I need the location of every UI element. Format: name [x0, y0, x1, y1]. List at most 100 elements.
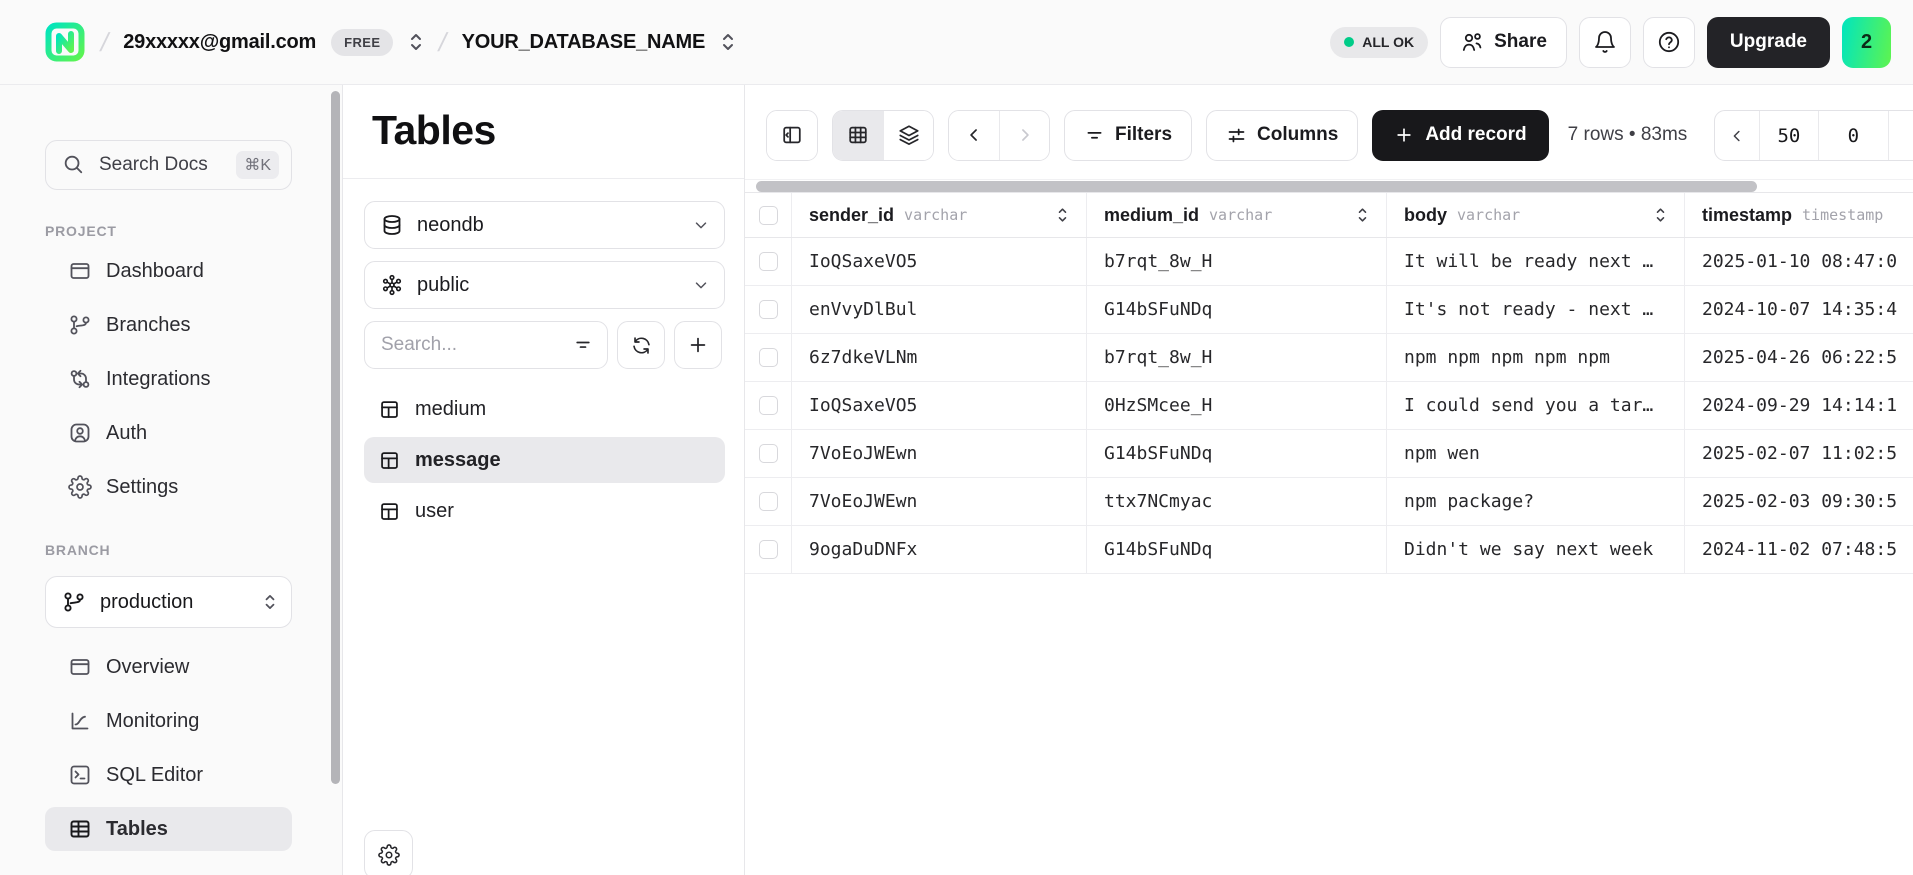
- sidebar-item-overview[interactable]: Overview: [45, 645, 292, 689]
- filter-icon[interactable]: [573, 335, 593, 355]
- cell-sender_id[interactable]: 9ogaDuDNFx: [792, 526, 1087, 573]
- sort-icon[interactable]: [1056, 206, 1069, 224]
- schema-selector[interactable]: public: [364, 261, 725, 309]
- chevron-updown-icon[interactable]: [720, 31, 736, 53]
- prev-page-button[interactable]: [949, 111, 999, 160]
- refresh-button[interactable]: [617, 321, 665, 369]
- row-checkbox[interactable]: [759, 252, 778, 271]
- notifications-button[interactable]: [1579, 17, 1631, 68]
- cell-sender_id[interactable]: 7VoEoJWEwn: [792, 478, 1087, 525]
- cell-timestamp[interactable]: 2025-01-10 08:47:0: [1685, 238, 1913, 285]
- branches-icon: [68, 313, 92, 337]
- table-search: [364, 321, 608, 369]
- sidebar-item-auth[interactable]: Auth: [45, 411, 292, 455]
- panel-settings-button[interactable]: [364, 830, 413, 875]
- cell-timestamp[interactable]: 2024-09-29 14:14:1: [1685, 382, 1913, 429]
- column-header-sender_id[interactable]: sender_idvarchar: [792, 193, 1087, 237]
- breadcrumb-account[interactable]: 29xxxxx@gmail.com: [123, 31, 316, 54]
- search-docs-button[interactable]: Search Docs ⌘K: [45, 140, 292, 190]
- table-list-item-medium[interactable]: medium: [364, 386, 725, 432]
- column-header-body[interactable]: bodyvarchar: [1387, 193, 1685, 237]
- cell-medium_id[interactable]: ttx7NCmyac: [1087, 478, 1387, 525]
- cell-timestamp[interactable]: 2025-02-03 09:30:5: [1685, 478, 1913, 525]
- column-header-medium_id[interactable]: medium_idvarchar: [1087, 193, 1387, 237]
- layers-view-button[interactable]: [883, 111, 933, 160]
- cell-body[interactable]: Didn't we say next week: [1387, 526, 1685, 573]
- pagination-next-button[interactable]: [1888, 111, 1913, 160]
- cell-timestamp[interactable]: 2025-02-07 11:02:5: [1685, 430, 1913, 477]
- column-header-timestamp[interactable]: timestamptimestamp: [1685, 193, 1913, 237]
- help-button[interactable]: [1643, 17, 1695, 68]
- record-nav: [948, 110, 1050, 161]
- sidebar-item-settings[interactable]: Settings: [45, 465, 292, 509]
- add-record-button[interactable]: Add record: [1372, 110, 1548, 161]
- cell-timestamp[interactable]: 2024-10-07 14:35:4: [1685, 286, 1913, 333]
- cell-sender_id[interactable]: IoQSaxeVO5: [792, 238, 1087, 285]
- select-all-checkbox[interactable]: [759, 206, 778, 225]
- cell-medium_id[interactable]: b7rqt_8w_H: [1087, 334, 1387, 381]
- breadcrumb-project[interactable]: YOUR_DATABASE_NAME: [462, 31, 705, 54]
- table-list-item-user[interactable]: user: [364, 488, 725, 534]
- neon-logo-icon[interactable]: [44, 21, 86, 63]
- upgrade-button[interactable]: Upgrade: [1707, 17, 1830, 68]
- column-type: varchar: [904, 206, 967, 224]
- cell-timestamp[interactable]: 2025-04-26 06:22:5: [1685, 334, 1913, 381]
- integrations-icon: [68, 367, 92, 391]
- cell-medium_id[interactable]: 0HzSMcee_H: [1087, 382, 1387, 429]
- sort-icon[interactable]: [1356, 206, 1369, 224]
- cell-body[interactable]: It will be ready next …: [1387, 238, 1685, 285]
- notification-badge[interactable]: 2: [1842, 17, 1891, 68]
- cell-body[interactable]: npm package?: [1387, 478, 1685, 525]
- sidebar-scrollbar[interactable]: [331, 91, 340, 784]
- filters-button[interactable]: Filters: [1064, 110, 1192, 161]
- add-table-button[interactable]: [674, 321, 722, 369]
- sidebar-item-integrations[interactable]: Integrations: [45, 357, 292, 401]
- branch-selector[interactable]: production: [45, 576, 292, 628]
- table-list-item-message[interactable]: message: [364, 437, 725, 483]
- share-button[interactable]: Share: [1440, 17, 1567, 68]
- grid-view-button[interactable]: [833, 111, 883, 160]
- status-badge[interactable]: ALL OK: [1330, 27, 1428, 58]
- page-size-field[interactable]: 50: [1759, 111, 1819, 160]
- cell-sender_id[interactable]: IoQSaxeVO5: [792, 382, 1087, 429]
- sidebar-item-monitoring[interactable]: Monitoring: [45, 699, 292, 743]
- cell-medium_id[interactable]: G14bSFuNDq: [1087, 286, 1387, 333]
- cell-body[interactable]: npm wen: [1387, 430, 1685, 477]
- scrollbar-thumb[interactable]: [756, 181, 1757, 192]
- database-selector[interactable]: neondb: [364, 201, 725, 249]
- cell-medium_id[interactable]: G14bSFuNDq: [1087, 430, 1387, 477]
- row-checkbox[interactable]: [759, 300, 778, 319]
- table-icon: [379, 450, 400, 471]
- page-offset-field[interactable]: 0: [1818, 111, 1887, 160]
- sidebar-item-sql-editor[interactable]: SQL Editor: [45, 753, 292, 797]
- sidebar-item-branches[interactable]: Branches: [45, 303, 292, 347]
- cell-body[interactable]: npm npm npm npm npm: [1387, 334, 1685, 381]
- sort-icon[interactable]: [1654, 206, 1667, 224]
- cell-body[interactable]: I could send you a tar…: [1387, 382, 1685, 429]
- cell-medium_id[interactable]: b7rqt_8w_H: [1087, 238, 1387, 285]
- row-checkbox[interactable]: [759, 492, 778, 511]
- row-checkbox[interactable]: [759, 396, 778, 415]
- breadcrumb-separator: /: [98, 27, 112, 58]
- sidebar-item-tables[interactable]: Tables: [45, 807, 292, 851]
- sidebar-item-dashboard[interactable]: Dashboard: [45, 249, 292, 293]
- shortcut-badge: ⌘K: [236, 151, 279, 179]
- row-checkbox[interactable]: [759, 444, 778, 463]
- cell-sender_id[interactable]: 6z7dkeVLNm: [792, 334, 1087, 381]
- sidebar-item-label: Branches: [106, 314, 191, 337]
- chevron-updown-icon[interactable]: [408, 31, 424, 53]
- cell-sender_id[interactable]: 7VoEoJWEwn: [792, 430, 1087, 477]
- table-search-input[interactable]: [381, 334, 573, 356]
- next-page-button[interactable]: [999, 111, 1049, 160]
- row-checkbox[interactable]: [759, 348, 778, 367]
- pagination-prev-button[interactable]: [1715, 111, 1759, 160]
- row-checkbox[interactable]: [759, 540, 778, 559]
- cell-timestamp[interactable]: 2024-11-02 07:48:5: [1685, 526, 1913, 573]
- columns-button[interactable]: Columns: [1206, 110, 1358, 161]
- horizontal-scrollbar[interactable]: [745, 179, 1913, 192]
- collapse-panel-button[interactable]: [767, 111, 817, 160]
- settings-gear-icon: [68, 475, 92, 499]
- cell-medium_id[interactable]: G14bSFuNDq: [1087, 526, 1387, 573]
- cell-sender_id[interactable]: enVvyDlBul: [792, 286, 1087, 333]
- cell-body[interactable]: It's not ready - next …: [1387, 286, 1685, 333]
